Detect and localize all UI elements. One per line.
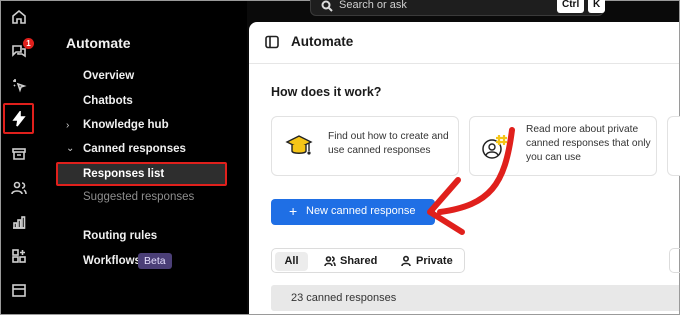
notification-badge: 1 bbox=[23, 38, 34, 49]
sidebar-item-chatbots[interactable]: Chatbots bbox=[83, 95, 133, 107]
sidebar-item-label: Responses list bbox=[83, 168, 165, 180]
info-card-private[interactable]: Read more about private canned responses… bbox=[469, 116, 657, 176]
card-text: Read more about private canned responses… bbox=[526, 124, 651, 163]
active-rail-highlight bbox=[3, 103, 34, 134]
search-placeholder: Search or ask bbox=[339, 0, 407, 11]
search-bar[interactable]: Search or ask Ctrl K bbox=[310, 0, 606, 16]
user-icon bbox=[401, 255, 411, 267]
calendar-icon[interactable] bbox=[9, 280, 29, 300]
button-label: New canned response bbox=[306, 205, 416, 217]
tab-shared[interactable]: Shared bbox=[322, 252, 382, 271]
filter-tabs: All Shared Private bbox=[271, 248, 465, 273]
chevron-down-icon[interactable]: ⌄ bbox=[66, 143, 74, 154]
users-icon[interactable] bbox=[9, 178, 29, 198]
main-panel: Automate How does it work? Find out how … bbox=[249, 22, 680, 314]
tab-label: Private bbox=[416, 255, 453, 267]
shortcut-ctrl: Ctrl bbox=[557, 0, 585, 13]
info-card-create[interactable]: Find out how to create and use canned re… bbox=[271, 116, 459, 176]
search-icon bbox=[321, 0, 333, 12]
tab-private[interactable]: Private bbox=[398, 252, 458, 271]
automate-sidebar: Automate Overview Chatbots › Knowledge h… bbox=[37, 1, 247, 314]
card-text: Find out how to create and use canned re… bbox=[328, 131, 449, 156]
filter-control-partial[interactable] bbox=[669, 248, 680, 273]
responses-count-bar: 23 canned responses bbox=[271, 285, 679, 311]
sidebar-item-routing-rules[interactable]: Routing rules bbox=[83, 230, 157, 242]
sidebar-item-suggested-responses[interactable]: Suggested responses bbox=[83, 191, 194, 203]
tab-all[interactable]: All bbox=[275, 252, 308, 271]
apps-icon[interactable] bbox=[9, 246, 29, 266]
responses-count: 23 canned responses bbox=[291, 292, 397, 304]
sidebar-toggle-icon[interactable] bbox=[265, 35, 279, 49]
user-hash-icon bbox=[480, 131, 510, 161]
sidebar-item-canned-responses[interactable]: Canned responses bbox=[83, 143, 186, 155]
sidebar-title: Automate bbox=[66, 35, 131, 51]
shortcut-k: K bbox=[588, 0, 606, 13]
chevron-right-icon[interactable]: › bbox=[66, 120, 69, 131]
sidebar-item-knowledge-hub[interactable]: Knowledge hub bbox=[83, 119, 169, 131]
icon-rail: 1 bbox=[1, 1, 37, 314]
sparkle-cursor-icon[interactable] bbox=[9, 75, 29, 95]
panel-header: Automate bbox=[249, 22, 679, 64]
graduation-cap-icon bbox=[284, 131, 314, 161]
sidebar-item-workflows[interactable]: Workflows bbox=[83, 255, 141, 267]
home-icon[interactable] bbox=[9, 7, 29, 27]
how-heading: How does it work? bbox=[271, 85, 382, 99]
sidebar-item-responses-list[interactable]: Responses list bbox=[56, 162, 227, 186]
archive-icon[interactable] bbox=[9, 144, 29, 164]
info-card-partial[interactable] bbox=[667, 116, 680, 176]
plus-icon: + bbox=[289, 203, 298, 219]
tab-label: Shared bbox=[340, 255, 378, 267]
sidebar-item-overview[interactable]: Overview bbox=[83, 70, 134, 82]
users-icon bbox=[324, 256, 336, 267]
bar-chart-icon[interactable] bbox=[9, 212, 29, 232]
new-canned-response-button[interactable]: + New canned response bbox=[271, 199, 435, 225]
page-title: Automate bbox=[291, 34, 354, 49]
beta-badge: Beta bbox=[138, 253, 172, 269]
